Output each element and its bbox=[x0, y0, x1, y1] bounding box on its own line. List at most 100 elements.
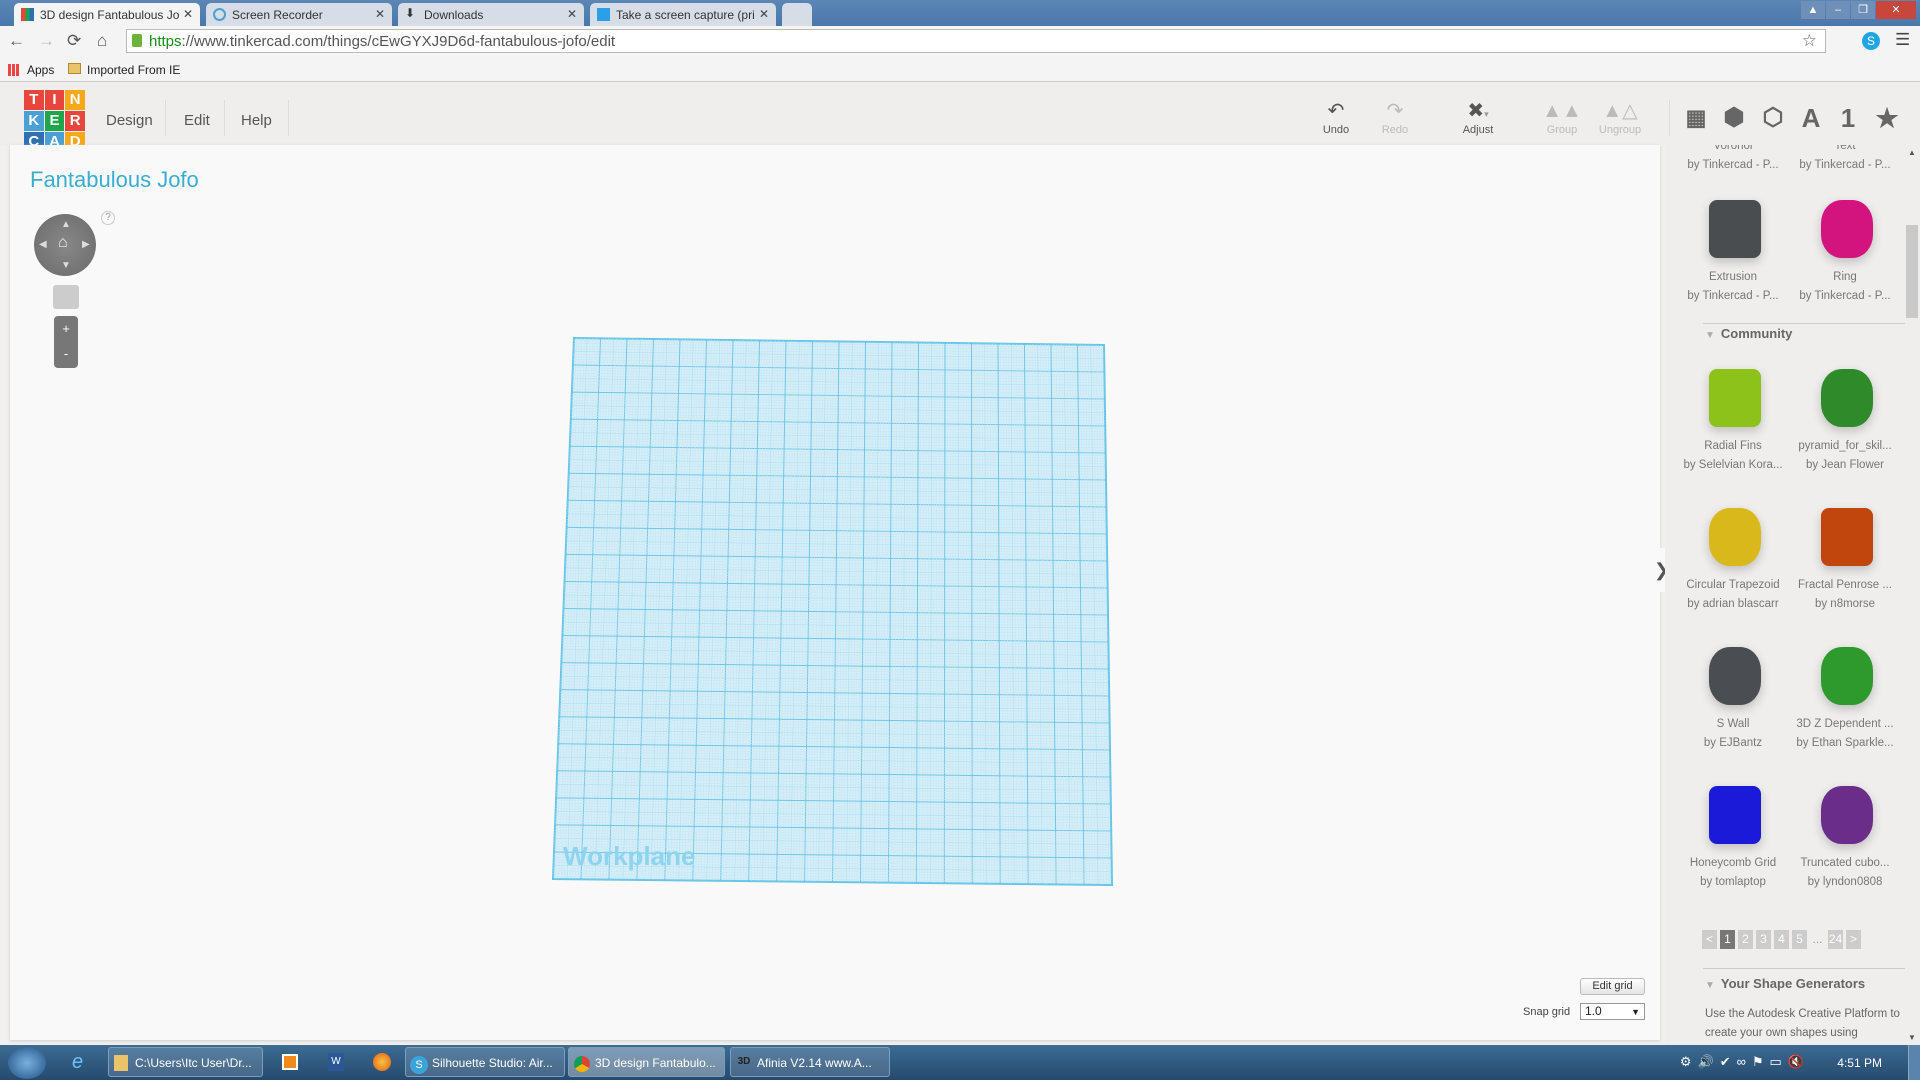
orbit-control[interactable]: ▲ ▼ ◀ ▶ ⌂ bbox=[34, 214, 96, 276]
shape-item[interactable]: 3D Z Dependent ... by Ethan Sparkle... bbox=[1789, 635, 1901, 753]
shape-item[interactable]: Truncated cubo... by lyndon0808 bbox=[1789, 774, 1901, 892]
menu-design[interactable]: Design bbox=[106, 112, 153, 129]
scroll-down-icon[interactable]: ▼ bbox=[1908, 1033, 1916, 1042]
group-button[interactable]: ▲▲ Group bbox=[1532, 100, 1592, 136]
home-icon[interactable]: ⌂ bbox=[58, 234, 68, 252]
design-title[interactable]: Fantabulous Jofo bbox=[30, 167, 199, 193]
number-shape-icon[interactable]: 1 bbox=[1833, 104, 1863, 132]
close-tab-icon[interactable]: ✕ bbox=[183, 7, 193, 21]
shape-item[interactable]: Fractal Penrose ... by n8morse bbox=[1789, 496, 1901, 614]
shape-item[interactable]: Honeycomb Grid by tomlaptop bbox=[1677, 774, 1789, 892]
reload-icon[interactable]: ⟳ bbox=[67, 31, 81, 51]
taskbar-silhouette[interactable]: S Silhouette Studio: Air... bbox=[405, 1047, 565, 1077]
user-icon[interactable]: ▲ bbox=[1801, 1, 1825, 19]
scrollbar-thumb[interactable] bbox=[1906, 225, 1918, 318]
taskbar-afinia[interactable]: 3D Afinia V2.14 www.A... bbox=[730, 1047, 890, 1077]
star-bookmark-icon[interactable]: ☆ bbox=[1802, 31, 1817, 51]
windows-taskbar: e C:\Users\Itc User\Dr... W S Silhouette … bbox=[0, 1045, 1920, 1080]
zoom-control: + - bbox=[54, 316, 78, 368]
menu-help[interactable]: Help bbox=[241, 112, 272, 129]
shape-author: by n8morse bbox=[1814, 598, 1876, 610]
page-button[interactable]: 2 bbox=[1738, 930, 1753, 949]
arrow-up-icon[interactable]: ▲ bbox=[61, 219, 71, 230]
taskbar-explorer[interactable]: C:\Users\Itc User\Dr... bbox=[108, 1047, 263, 1077]
tab-screen-recorder[interactable]: Screen Recorder ✕ bbox=[206, 3, 392, 26]
word-icon[interactable]: W bbox=[328, 1053, 344, 1071]
arrow-right-icon[interactable]: ▶ bbox=[82, 239, 90, 250]
internet-explorer-icon[interactable]: e bbox=[72, 1051, 83, 1074]
shape-thumbnail bbox=[1677, 774, 1789, 854]
shape-item[interactable]: Circular Trapezoid by adrian blascarr bbox=[1677, 496, 1789, 614]
bookmark-apps[interactable]: Apps bbox=[27, 63, 54, 77]
menu-edit[interactable]: Edit bbox=[184, 112, 210, 129]
firefox-icon[interactable] bbox=[373, 1053, 391, 1071]
zoom-in-button[interactable]: + bbox=[54, 316, 78, 341]
favorites-star-icon[interactable]: ★ bbox=[1872, 104, 1902, 132]
back-icon[interactable]: ← bbox=[8, 31, 25, 51]
tab-downloads[interactable]: ⬇ Downloads ✕ bbox=[398, 3, 584, 26]
zoom-out-button[interactable]: - bbox=[54, 341, 78, 366]
tab-tinkercad[interactable]: 3D design Fantabulous Jo ✕ bbox=[14, 3, 200, 26]
workplane-icon[interactable]: ▦ bbox=[1681, 104, 1711, 132]
page-button[interactable]: ... bbox=[1810, 930, 1825, 949]
home-icon[interactable]: ⌂ bbox=[97, 31, 107, 51]
logo-letter: R bbox=[65, 111, 85, 131]
help-button[interactable]: ? bbox=[101, 211, 115, 225]
tinkercad-logo[interactable]: TINKERCAD bbox=[24, 90, 85, 152]
shape-item[interactable]: S Wall by EJBantz bbox=[1677, 635, 1789, 753]
shape-item[interactable]: Ring by Tinkercad - P... bbox=[1789, 188, 1901, 306]
bookmark-imported-from-ie[interactable]: Imported From IE bbox=[87, 63, 180, 77]
address-bar[interactable]: https://www.tinkercad.com/things/cEwGYXJ… bbox=[126, 29, 1826, 53]
new-tab-button[interactable] bbox=[782, 3, 812, 26]
shape-item[interactable]: Extrusion by Tinkercad - P... bbox=[1677, 188, 1789, 306]
page-button[interactable]: 1 bbox=[1720, 930, 1735, 949]
home-view-button[interactable] bbox=[53, 285, 79, 309]
page-button[interactable]: 3 bbox=[1756, 930, 1771, 949]
page-button[interactable]: < bbox=[1702, 930, 1717, 949]
shape-item[interactable]: pyramid_for_skil... by Jean Flower bbox=[1789, 357, 1901, 475]
minimize-button[interactable]: – bbox=[1826, 1, 1850, 19]
page-button[interactable]: > bbox=[1846, 930, 1861, 949]
generators-title: Your Shape Generators bbox=[1720, 976, 1866, 991]
wireframe-icon[interactable]: ⬡ bbox=[1758, 104, 1788, 132]
adjust-button[interactable]: ✖▾ Adjust bbox=[1448, 100, 1508, 136]
edit-grid-button[interactable]: Edit grid bbox=[1580, 978, 1645, 995]
skype-icon[interactable]: S bbox=[1862, 32, 1880, 50]
divider bbox=[1669, 100, 1670, 136]
system-tray-icons[interactable]: ⚙🔊✔∞⚑▭🔇 bbox=[1680, 1054, 1810, 1070]
arrow-down-icon[interactable]: ▼ bbox=[61, 260, 71, 271]
shape-text[interactable]: Text by Tinkercad - P... bbox=[1789, 145, 1901, 175]
media-player-icon[interactable] bbox=[282, 1054, 298, 1070]
workplane-grid[interactable]: Workplane bbox=[10, 145, 1660, 1040]
clock[interactable]: 4:51 PM bbox=[1837, 1056, 1882, 1070]
shape-generators-header[interactable]: ▼ Your Shape Generators bbox=[1705, 976, 1865, 991]
start-button[interactable] bbox=[8, 1047, 46, 1079]
shape-item[interactable]: Radial Fins by Selelvian Kora... bbox=[1677, 357, 1789, 475]
page-button[interactable]: 24 bbox=[1828, 930, 1843, 949]
arrow-left-icon[interactable]: ◀ bbox=[39, 239, 47, 250]
restore-button[interactable]: ❐ bbox=[1851, 1, 1875, 19]
community-header[interactable]: ▼ Community bbox=[1705, 326, 1792, 341]
show-desktop-button[interactable] bbox=[1908, 1045, 1920, 1080]
logo-letter: E bbox=[44, 111, 65, 131]
scroll-up-icon[interactable]: ▲ bbox=[1908, 148, 1916, 157]
close-window-button[interactable]: ✕ bbox=[1876, 1, 1916, 19]
box-icon[interactable]: ⬢ bbox=[1719, 104, 1749, 132]
taskbar-chrome[interactable]: 3D design Fantabulo... bbox=[568, 1047, 725, 1077]
snap-grid-select[interactable]: 1.0 ▼ bbox=[1580, 1003, 1645, 1020]
ungroup-button[interactable]: ▲△ Ungroup bbox=[1590, 100, 1650, 136]
close-tab-icon[interactable]: ✕ bbox=[567, 7, 577, 21]
shape-voronoi[interactable]: Voronoi by Tinkercad - P... bbox=[1677, 145, 1789, 175]
menu-icon[interactable]: ☰ bbox=[1895, 30, 1910, 50]
tab-screen-capture[interactable]: Take a screen capture (pri ✕ bbox=[590, 3, 776, 26]
close-tab-icon[interactable]: ✕ bbox=[759, 7, 769, 21]
3d-viewport[interactable]: Workplane bbox=[10, 145, 1660, 1040]
redo-button[interactable]: ↷ Redo bbox=[1365, 100, 1425, 136]
undo-button[interactable]: ↶ Undo bbox=[1306, 100, 1366, 136]
text-shape-icon[interactable]: A bbox=[1796, 104, 1826, 132]
close-tab-icon[interactable]: ✕ bbox=[375, 7, 385, 21]
page-button[interactable]: 5 bbox=[1792, 930, 1807, 949]
pagination: <1 2 3 4 5... 24 > bbox=[1702, 930, 1864, 949]
page-button[interactable]: 4 bbox=[1774, 930, 1789, 949]
forward-icon[interactable]: → bbox=[38, 31, 55, 51]
